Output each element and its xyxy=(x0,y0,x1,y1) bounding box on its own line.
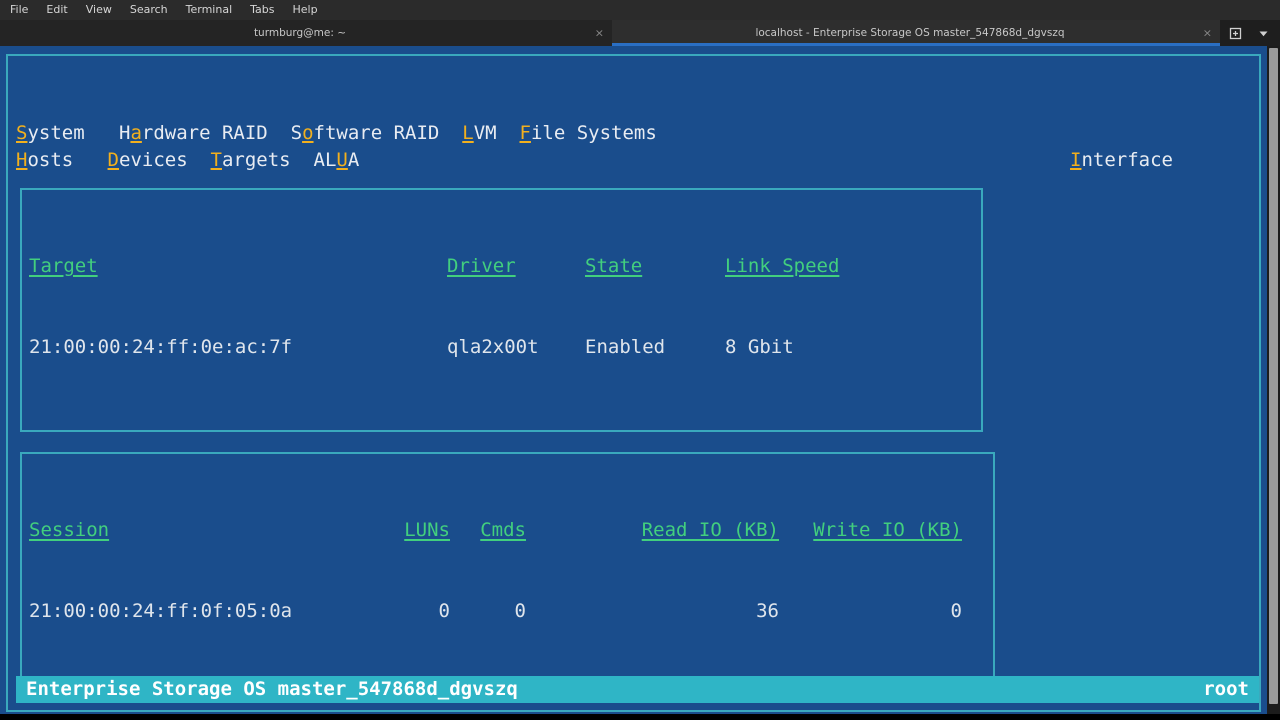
tui-menu: System Hardware RAID Software RAID LVM F… xyxy=(16,120,1251,174)
terminal-scrollbar[interactable] xyxy=(1267,46,1280,720)
accelerator-key: F xyxy=(519,122,531,144)
window-bottom-edge xyxy=(0,714,1280,720)
terminal-content[interactable]: System Hardware RAID Software RAID LVM F… xyxy=(0,46,1280,720)
tab-bar-tools xyxy=(1222,20,1280,46)
menubar-item-edit[interactable]: Edit xyxy=(44,0,69,20)
menu-item-label: nterface xyxy=(1081,149,1173,171)
application-menubar: File Edit View Search Terminal Tabs Help xyxy=(0,0,1280,20)
table-row[interactable]: 21:00:00:24:ff:0e:ac:7f qla2x00t Enabled… xyxy=(29,334,974,361)
cell-cmds: 0 xyxy=(514,600,526,622)
tui-menu-row-1: System Hardware RAID Software RAID LVM F… xyxy=(16,120,1251,147)
menu-item-label-pre: H xyxy=(118,122,131,144)
cell-read-io: 36 xyxy=(756,600,779,622)
table-header-row: Target Driver State Link Speed xyxy=(29,253,974,280)
accelerator-key: U xyxy=(336,149,348,171)
tab-turmburg-shell[interactable]: turmburg@me: ~ × xyxy=(0,20,612,46)
menu-item-label: rdware RAID xyxy=(141,122,268,144)
table-row[interactable]: 21:00:00:24:ff:0f:05:0a 0 0 36 0 xyxy=(29,598,986,625)
tab-title: localhost - Enterprise Storage OS master… xyxy=(755,27,1065,39)
cell-target: 21:00:00:24:ff:0e:ac:7f xyxy=(29,336,293,358)
menu-item-interface[interactable]: Interface xyxy=(1070,147,1251,174)
column-header-luns: LUNs xyxy=(404,519,450,541)
terminal-window: File Edit View Search Terminal Tabs Help… xyxy=(0,0,1280,720)
tab-bar: turmburg@me: ~ × localhost - Enterprise … xyxy=(0,20,1280,46)
chevron-down-icon[interactable] xyxy=(1250,20,1276,46)
scrollbar-thumb[interactable] xyxy=(1269,48,1278,704)
menubar-item-file[interactable]: File xyxy=(8,0,30,20)
column-header-write-io: Write IO (KB) xyxy=(813,519,962,541)
accelerator-key: I xyxy=(1070,149,1082,171)
cell-luns: 0 xyxy=(438,600,450,622)
menu-item-hosts[interactable]: Hosts xyxy=(16,147,73,174)
sessions-table: Session LUNs Cmds Read IO (KB) Write IO … xyxy=(29,463,986,679)
accelerator-key: o xyxy=(302,122,314,144)
column-header-cmds: Cmds xyxy=(480,519,526,541)
menu-item-label-pre: S xyxy=(290,122,303,144)
column-header-driver: Driver xyxy=(447,255,516,277)
menu-item-software-raid[interactable]: Software RAID xyxy=(291,120,440,147)
menu-item-label: evices xyxy=(119,149,188,171)
targets-table: Target Driver State Link Speed 21:00:00:… xyxy=(29,199,974,415)
accelerator-key: S xyxy=(16,122,28,144)
menu-item-label: ftware RAID xyxy=(313,122,440,144)
table-header-row: Session LUNs Cmds Read IO (KB) Write IO … xyxy=(29,517,986,544)
menubar-item-help[interactable]: Help xyxy=(291,0,320,20)
cell-state: Enabled xyxy=(585,336,666,358)
column-header-session: Session xyxy=(29,519,110,541)
new-tab-icon[interactable] xyxy=(1222,20,1248,46)
tui-canvas: System Hardware RAID Software RAID LVM F… xyxy=(0,46,1267,720)
menu-item-label: osts xyxy=(27,149,74,171)
menu-item-hardware-raid[interactable]: Hardware RAID xyxy=(119,120,268,147)
column-header-state: State xyxy=(585,255,643,277)
menu-item-targets[interactable]: Targets xyxy=(211,147,291,174)
eso-tui: System Hardware RAID Software RAID LVM F… xyxy=(8,56,1259,710)
cell-session: 21:00:00:24:ff:0f:05:0a xyxy=(29,600,293,622)
status-bar-title: Enterprise Storage OS master_547868d_dgv… xyxy=(26,678,518,700)
status-bar-user: root xyxy=(1203,678,1249,700)
menu-item-lvm[interactable]: LVM xyxy=(462,120,496,147)
accelerator-key: L xyxy=(462,122,474,144)
column-header-link-speed: Link Speed xyxy=(725,255,840,277)
sessions-panel: Session LUNs Cmds Read IO (KB) Write IO … xyxy=(20,452,995,702)
menubar-item-view[interactable]: View xyxy=(84,0,114,20)
close-icon[interactable]: × xyxy=(595,28,604,39)
status-bar: Enterprise Storage OS master_547868d_dgv… xyxy=(16,676,1259,703)
tui-menu-row-2: Hosts Devices Targets ALUA Interface xyxy=(16,147,1251,174)
tab-enterprise-storage-os[interactable]: localhost - Enterprise Storage OS master… xyxy=(612,20,1220,46)
menu-item-label: ile Systems xyxy=(530,122,657,144)
cell-driver: qla2x00t xyxy=(447,336,539,358)
menu-item-system[interactable]: System xyxy=(16,120,85,147)
menu-item-label-pre: AL xyxy=(313,149,337,171)
menu-item-label: A xyxy=(347,149,360,171)
cell-write-io: 0 xyxy=(950,600,962,622)
tab-title: turmburg@me: ~ xyxy=(253,27,347,39)
targets-panel: Target Driver State Link Speed 21:00:00:… xyxy=(20,188,983,432)
menubar-item-search[interactable]: Search xyxy=(128,0,170,20)
menubar-item-terminal[interactable]: Terminal xyxy=(184,0,235,20)
menu-item-label: ystem xyxy=(27,122,85,144)
menu-item-file-systems[interactable]: File Systems xyxy=(520,120,657,147)
menu-item-label: VM xyxy=(473,122,497,144)
accelerator-key: D xyxy=(107,149,119,171)
column-header-read-io: Read IO (KB) xyxy=(641,519,779,541)
close-icon[interactable]: × xyxy=(1203,28,1212,39)
accelerator-key: a xyxy=(130,122,142,144)
menubar-item-tabs[interactable]: Tabs xyxy=(248,0,276,20)
accelerator-key: H xyxy=(16,149,28,171)
column-header-target: Target xyxy=(29,255,98,277)
menu-item-label: argets xyxy=(221,149,291,171)
cell-link-speed: 8 Gbit xyxy=(725,336,794,358)
menu-item-devices[interactable]: Devices xyxy=(108,147,188,174)
accelerator-key: T xyxy=(210,149,222,171)
menu-item-alua[interactable]: ALUA xyxy=(314,147,360,174)
